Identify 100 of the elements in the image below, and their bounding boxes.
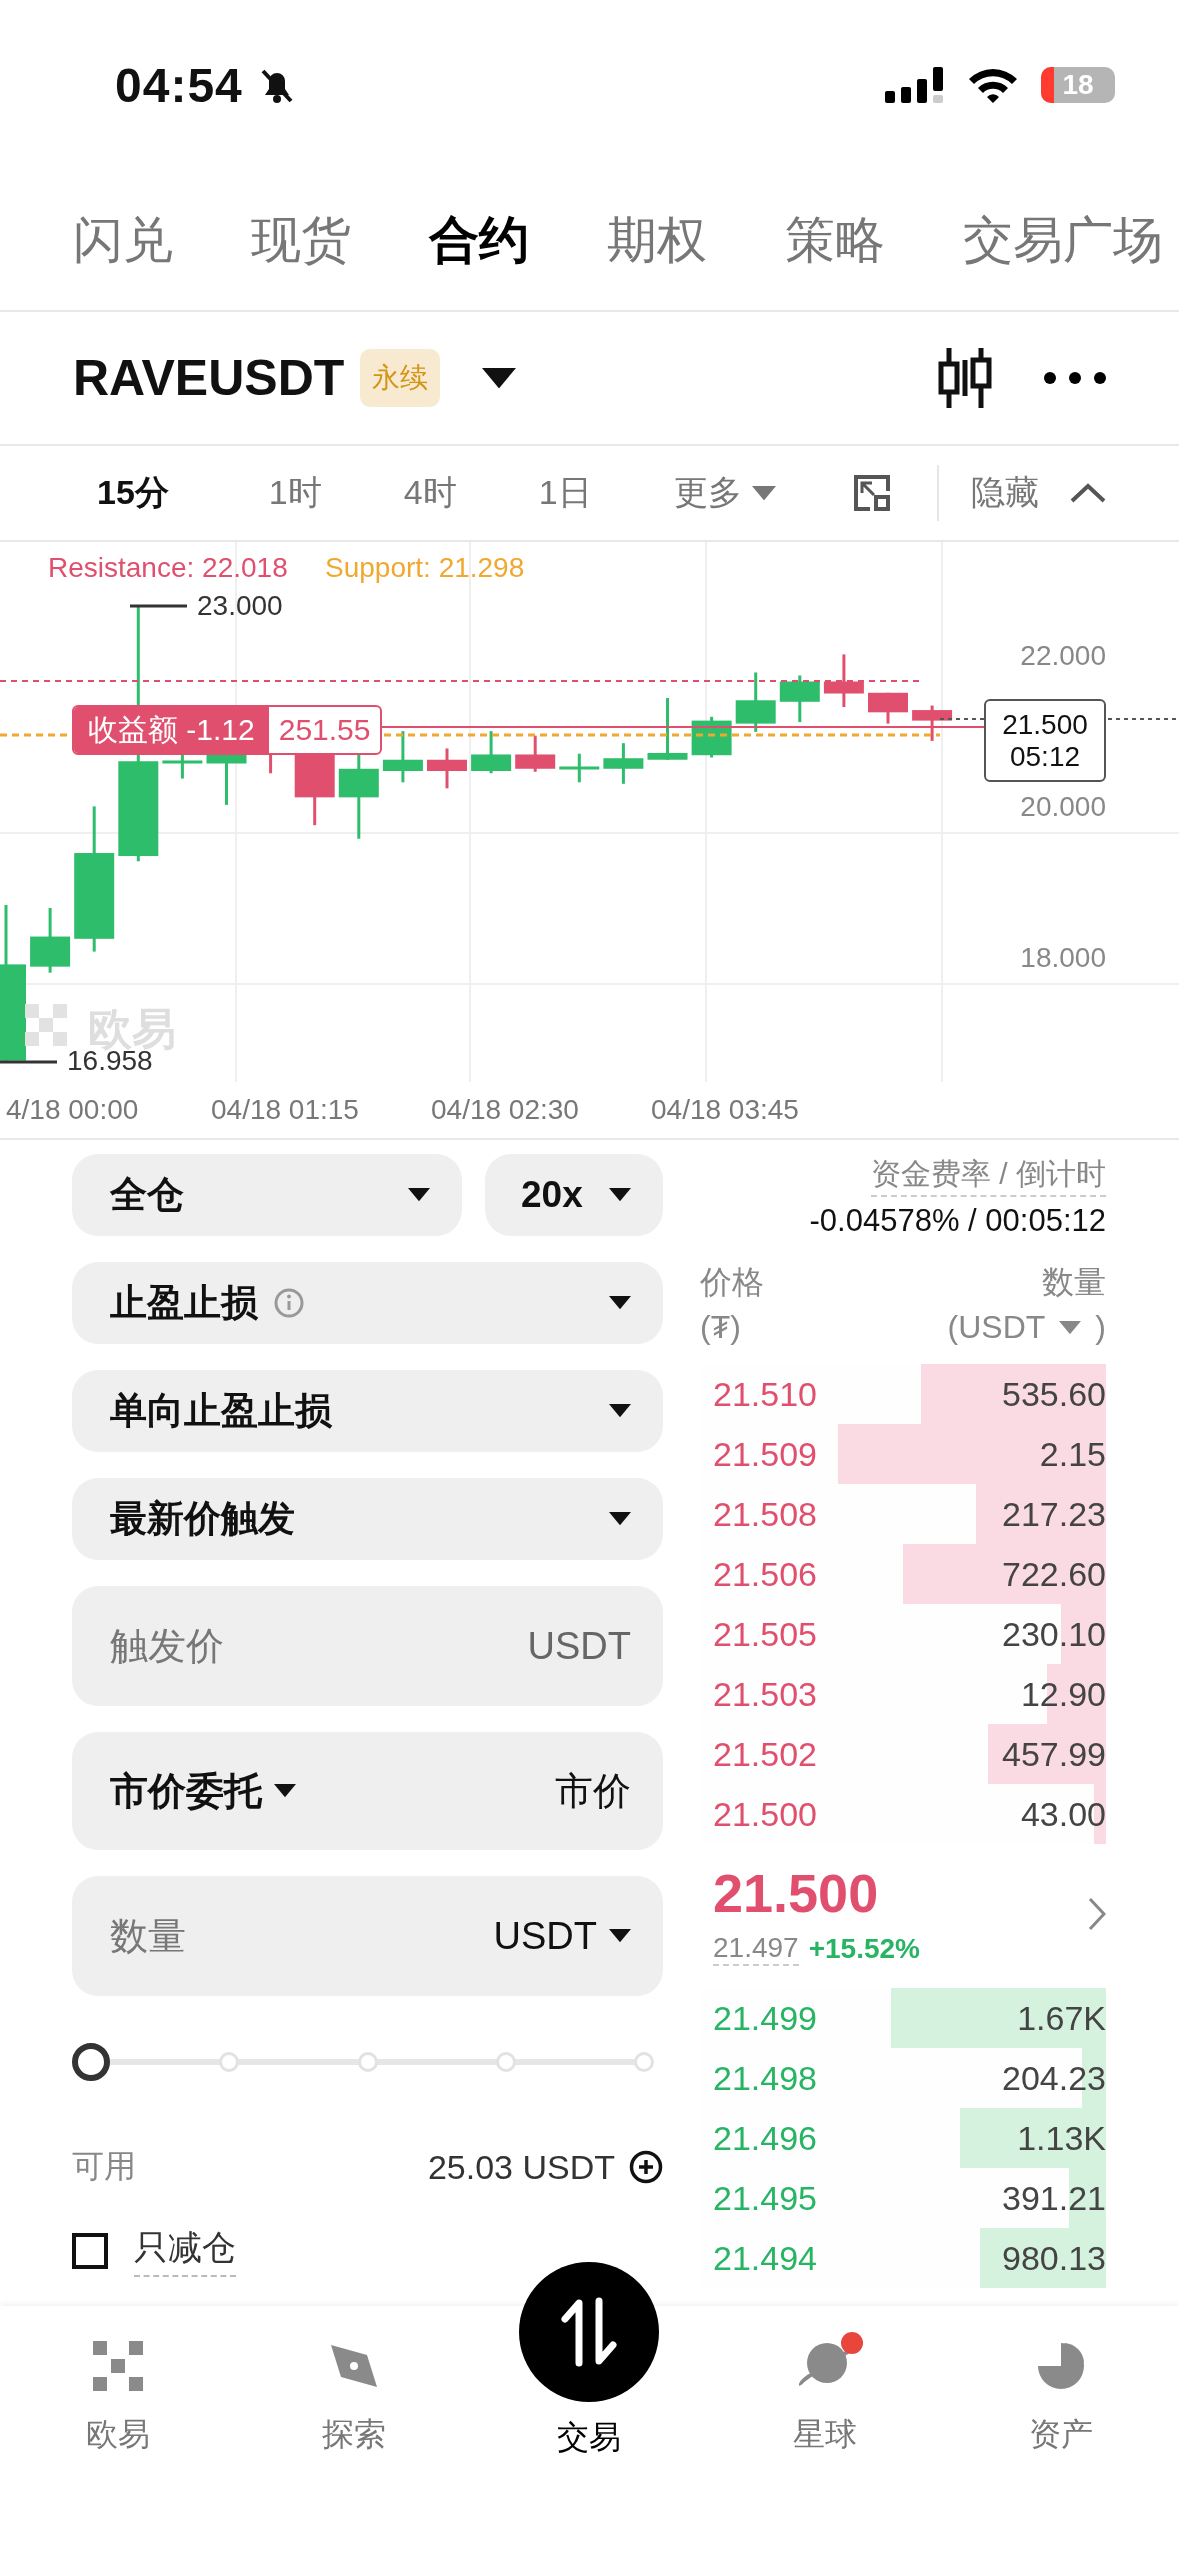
signal-icon (885, 65, 945, 105)
ask-amount: 2.15 (1039, 1434, 1106, 1474)
chart-settings-icon[interactable] (852, 473, 892, 513)
ask-price[interactable]: 21.503 (713, 1674, 817, 1714)
hide-chart-button[interactable]: 隐藏 (971, 470, 1107, 516)
ask-price[interactable]: 21.508 (713, 1494, 817, 1534)
ask-amount: 457.99 (1002, 1734, 1106, 1774)
bid-price[interactable]: 21.495 (713, 2178, 817, 2218)
nav-tab[interactable]: 欧易 (0, 2306, 236, 2457)
ask-amount: 722.60 (1002, 1554, 1106, 1594)
bid-price[interactable]: 21.494 (713, 2238, 817, 2278)
ask-price[interactable]: 21.505 (713, 1614, 817, 1654)
amount-header: 数量 (1042, 1263, 1106, 1302)
ask-amount: 12.90 (1020, 1674, 1106, 1714)
slider-stop[interactable] (634, 2052, 654, 2072)
candle (779, 675, 820, 723)
bid-price[interactable]: 21.496 (713, 2118, 817, 2158)
bid-price[interactable]: 21.499 (713, 1998, 817, 2038)
logo-watermark-icon (25, 1004, 67, 1046)
candle (515, 735, 556, 772)
candlestick-icon[interactable] (937, 346, 993, 410)
market-tab[interactable]: 交易广场 (963, 206, 1163, 274)
ask-price[interactable]: 21.509 (713, 1434, 817, 1474)
funding-rate-value: -0.04578% / 00:05:12 (809, 1203, 1106, 1239)
support-label: Support: 21.298 (325, 552, 525, 584)
available-label: 可用 (72, 2147, 136, 2186)
candle (30, 907, 71, 973)
amount-input[interactable]: 数量 (110, 1914, 410, 1958)
last-price: 21.500 (713, 1862, 880, 1924)
candle (559, 753, 600, 783)
market-tab[interactable]: 合约 (429, 206, 529, 274)
caret-icon (609, 1512, 631, 1526)
market-tab[interactable]: 闪兑 (73, 206, 173, 274)
low-price-label: 16.958 (67, 1045, 153, 1077)
market-tab[interactable]: 策略 (785, 206, 885, 274)
time-axis-label: 04/18 02:30 (431, 1094, 579, 1126)
position-label[interactable]: 收益额 -1.12 251.55 (72, 705, 383, 755)
notification-dot (841, 2332, 864, 2354)
battery-icon: 18 (1041, 67, 1115, 103)
bid-amount: 204.23 (1002, 2058, 1106, 2098)
ask-amount: 535.60 (1002, 1374, 1106, 1414)
slider-stop[interactable] (495, 2052, 516, 2072)
ask-price[interactable]: 21.500 (713, 1794, 817, 1834)
ask-price[interactable]: 21.502 (713, 1734, 817, 1774)
price-header: 价格 (700, 1263, 764, 1302)
timeframe-tab[interactable]: 4时 (403, 470, 457, 516)
nav-tab[interactable]: 交易 (471, 2262, 708, 2460)
nav-tab[interactable]: 星球 (707, 2306, 944, 2457)
timeframe-tab[interactable]: 1日 (538, 470, 592, 516)
nav-tab[interactable]: 资产 (943, 2306, 1179, 2457)
more-timeframes-button[interactable]: 更多 (673, 470, 776, 516)
candle (471, 731, 512, 774)
checker-icon (92, 2341, 143, 2391)
tpsl-select[interactable]: 止盈止损 (72, 1262, 663, 1344)
clock-time: 04:54 (115, 57, 243, 113)
candle (603, 743, 644, 784)
candle (868, 692, 908, 724)
timeframe-tab[interactable]: 15分 (97, 470, 169, 516)
more-icon[interactable] (1043, 371, 1107, 385)
ask-price[interactable]: 21.510 (713, 1374, 817, 1414)
pie-chart-icon (1036, 2341, 1087, 2391)
trigger-price-input[interactable]: 触发价 (110, 1624, 410, 1668)
ask-price[interactable]: 21.506 (713, 1554, 817, 1594)
bid-amount: 1.67K (1017, 1998, 1106, 2038)
candle (382, 731, 423, 783)
market-tab[interactable]: 现货 (251, 206, 351, 274)
trigger-type-select[interactable]: 最新价触发 (72, 1478, 663, 1560)
time-axis-label: 4/18 00:00 (6, 1094, 139, 1126)
reduce-only-label: 只减仓 (134, 2225, 236, 2277)
leverage-select[interactable]: 20x (485, 1154, 663, 1236)
candle (823, 654, 864, 708)
price-tag: 21.500 05:12 (984, 699, 1106, 782)
reduce-only-checkbox[interactable] (72, 2233, 108, 2269)
caret-icon (1059, 1320, 1082, 1335)
price-unit: (₮) (700, 1309, 741, 1346)
caret-icon (751, 485, 776, 501)
slider-stop[interactable] (357, 2052, 378, 2072)
time-axis-label: 04/18 03:45 (651, 1094, 799, 1126)
mark-price: 21.497 (713, 1932, 799, 1966)
market-tab[interactable]: 期权 (607, 206, 707, 274)
candle (912, 705, 953, 741)
price-axis-label: 20.000 (1020, 791, 1106, 823)
add-circle-icon[interactable] (629, 2150, 663, 2184)
caret-icon (274, 1784, 296, 1798)
tpsl-mode-select[interactable]: 单向止盈止损 (72, 1370, 663, 1452)
slider-thumb[interactable] (72, 2043, 110, 2081)
chevron-right-icon[interactable] (1088, 1897, 1106, 1931)
leader-line (0, 1060, 57, 1064)
nav-tab[interactable]: 探索 (235, 2306, 472, 2457)
timeframe-tab[interactable]: 1时 (268, 470, 322, 516)
unit-select[interactable]: USDT (493, 1914, 631, 1958)
slider-stop[interactable] (219, 2052, 240, 2072)
ask-amount: 217.23 (1002, 1494, 1106, 1534)
caret-icon (609, 1188, 631, 1202)
margin-mode-select[interactable]: 全仓 (72, 1154, 462, 1236)
bid-price[interactable]: 21.498 (713, 2058, 817, 2098)
order-type-select[interactable]: 市价委托 (110, 1765, 296, 1817)
caret-icon (482, 367, 517, 389)
price-axis-label: 18.000 (1020, 942, 1106, 974)
symbol-name[interactable]: RAVEUSDT (73, 349, 345, 407)
